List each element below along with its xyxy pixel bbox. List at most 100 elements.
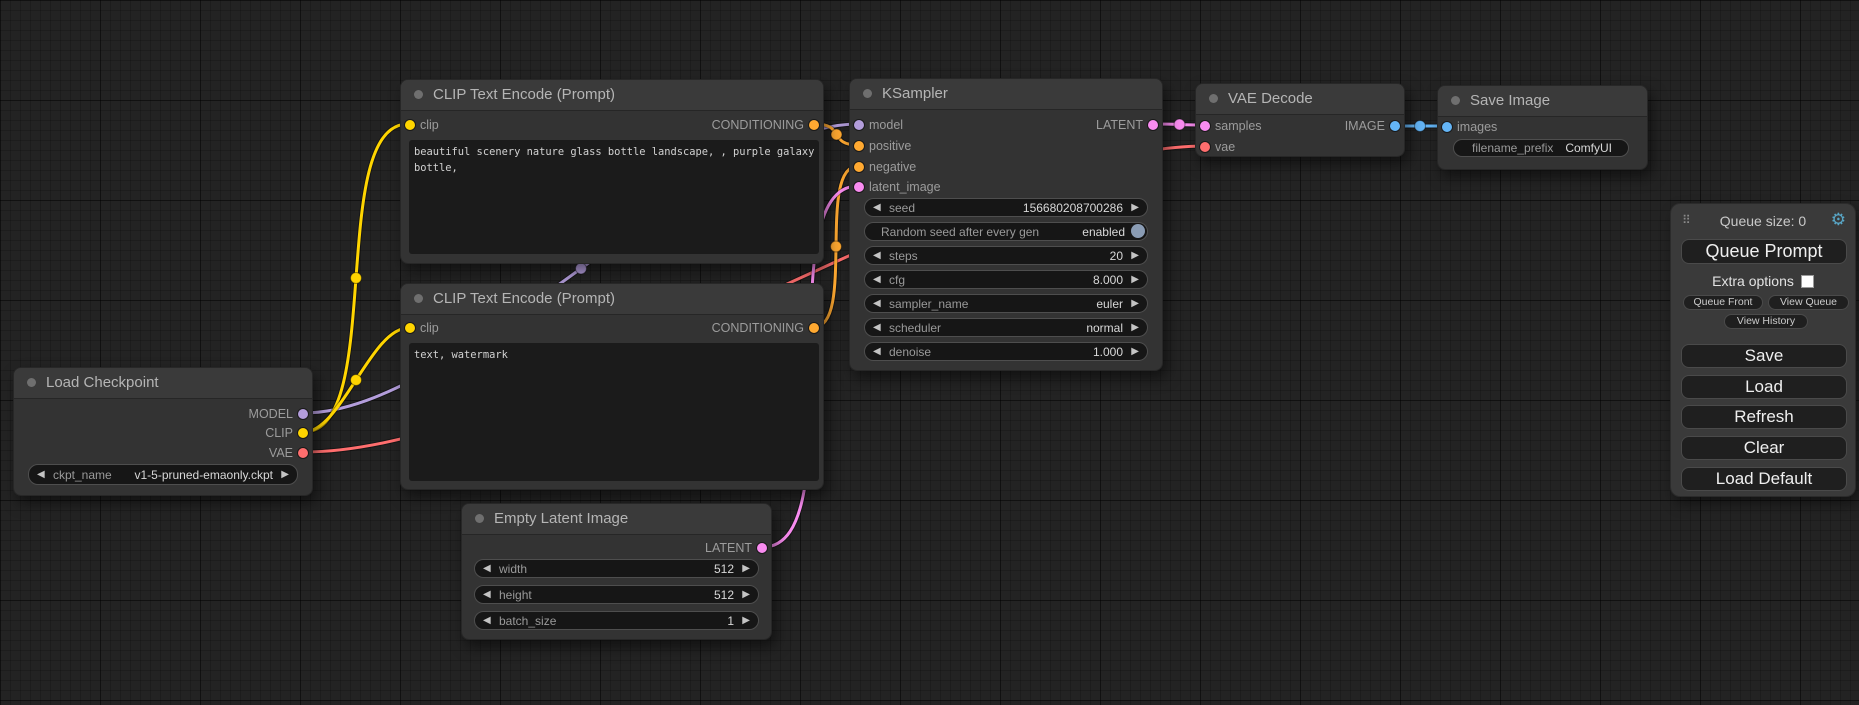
decrement-arrow-icon[interactable]: ◀ [873, 272, 881, 288]
ckpt-name-widget[interactable]: ◀ ckpt_name v1-5-pruned-emaonly.ckpt ▶ [28, 464, 298, 485]
batch-size-widget[interactable]: ◀ batch_size 1 ▶ [474, 611, 759, 630]
positive-input-port[interactable] [854, 141, 864, 151]
node-title-bar[interactable]: VAE Decode [1196, 84, 1404, 115]
node-graph-canvas[interactable]: Load Checkpoint MODEL CLIP VAE ◀ ckpt_na… [0, 0, 1859, 705]
node-title-bar[interactable]: Load Checkpoint [14, 368, 312, 399]
denoise-widget[interactable]: ◀ denoise 1.000 ▶ [864, 342, 1148, 361]
samples-input-port[interactable] [1200, 121, 1210, 131]
toggle-knob-icon[interactable] [1131, 224, 1145, 238]
scheduler-widget[interactable]: ◀ scheduler normal ▶ [864, 318, 1148, 337]
decrement-arrow-icon[interactable]: ◀ [483, 561, 491, 577]
widget-label: denoise [889, 344, 931, 360]
cfg-widget[interactable]: ◀ cfg 8.000 ▶ [864, 270, 1148, 289]
collapse-dot-icon[interactable] [1451, 96, 1460, 105]
decrement-arrow-icon[interactable]: ◀ [873, 248, 881, 264]
collapse-dot-icon[interactable] [414, 90, 423, 99]
increment-arrow-icon[interactable]: ▶ [1131, 200, 1139, 216]
increment-arrow-icon[interactable]: ▶ [1131, 272, 1139, 288]
random-seed-toggle-widget[interactable]: Random seed after every gen enabled [864, 222, 1148, 241]
increment-arrow-icon[interactable]: ▶ [1131, 344, 1139, 360]
decrement-arrow-icon[interactable]: ◀ [483, 587, 491, 603]
increment-arrow-icon[interactable]: ▶ [742, 587, 750, 603]
image-output-port[interactable] [1390, 121, 1400, 131]
widget-value: enabled [1082, 224, 1125, 240]
model-output-port[interactable] [298, 409, 308, 419]
decrement-arrow-icon[interactable]: ◀ [873, 344, 881, 360]
node-title: VAE Decode [1228, 90, 1313, 107]
load-button[interactable]: Load [1681, 375, 1847, 399]
height-widget[interactable]: ◀ height 512 ▶ [474, 585, 759, 604]
filename-prefix-widget[interactable]: filename_prefix ComfyUI [1453, 139, 1629, 157]
node-ksampler[interactable]: KSampler model LATENT positive negative … [849, 78, 1163, 371]
node-title-bar[interactable]: CLIP Text Encode (Prompt) [401, 284, 823, 315]
load-default-button[interactable]: Load Default [1681, 467, 1847, 491]
seed-widget[interactable]: ◀ seed 156680208700286 ▶ [864, 198, 1148, 217]
model-input-port[interactable] [854, 120, 864, 130]
node-title-bar[interactable]: Empty Latent Image [462, 504, 771, 535]
width-widget[interactable]: ◀ width 512 ▶ [474, 559, 759, 578]
port-label: IMAGE [1345, 116, 1385, 136]
increment-arrow-icon[interactable]: ▶ [1131, 248, 1139, 264]
widget-label: scheduler [889, 320, 941, 336]
queue-size-label: Queue size: 0 [1671, 213, 1855, 229]
images-input-port[interactable] [1442, 122, 1452, 132]
decrement-arrow-icon[interactable]: ◀ [483, 613, 491, 629]
view-history-button[interactable]: View History [1724, 314, 1808, 329]
extra-options-checkbox[interactable] [1801, 275, 1814, 288]
increment-arrow-icon[interactable]: ▶ [742, 613, 750, 629]
node-clip-text-encode-positive[interactable]: CLIP Text Encode (Prompt) clip CONDITION… [400, 79, 824, 264]
refresh-button[interactable]: Refresh [1681, 405, 1847, 429]
collapse-dot-icon[interactable] [1209, 94, 1218, 103]
node-load-checkpoint[interactable]: Load Checkpoint MODEL CLIP VAE ◀ ckpt_na… [13, 367, 313, 496]
settings-gear-icon[interactable]: ⚙ [1831, 211, 1846, 228]
queue-prompt-button[interactable]: Queue Prompt [1681, 239, 1847, 264]
widget-label: steps [889, 248, 918, 264]
port-label: vae [1215, 137, 1235, 157]
steps-widget[interactable]: ◀ steps 20 ▶ [864, 246, 1148, 265]
node-vae-decode[interactable]: VAE Decode samples IMAGE vae [1195, 83, 1405, 157]
latent-output-port[interactable] [1148, 120, 1158, 130]
increment-arrow-icon[interactable]: ▶ [281, 467, 289, 483]
latent-image-input-port[interactable] [854, 182, 864, 192]
queue-front-button[interactable]: Queue Front [1683, 295, 1763, 310]
widget-value: 512 [714, 561, 734, 577]
save-button[interactable]: Save [1681, 344, 1847, 368]
negative-prompt-textarea[interactable]: text, watermark [409, 343, 819, 481]
queue-panel: ⠿ Queue size: 0 ⚙ Queue Prompt Extra opt… [1670, 203, 1856, 497]
conditioning-output-port[interactable] [809, 120, 819, 130]
node-empty-latent-image[interactable]: Empty Latent Image LATENT ◀ width 512 ▶ … [461, 503, 772, 640]
widget-value: normal [1086, 320, 1123, 336]
node-title: KSampler [882, 85, 948, 102]
sampler-name-widget[interactable]: ◀ sampler_name euler ▶ [864, 294, 1148, 313]
conditioning-output-port[interactable] [809, 323, 819, 333]
node-title: Empty Latent Image [494, 510, 628, 527]
collapse-dot-icon[interactable] [414, 294, 423, 303]
decrement-arrow-icon[interactable]: ◀ [873, 320, 881, 336]
view-queue-button[interactable]: View Queue [1768, 295, 1849, 310]
increment-arrow-icon[interactable]: ▶ [742, 561, 750, 577]
node-title-bar[interactable]: Save Image [1438, 86, 1647, 117]
node-title-bar[interactable]: CLIP Text Encode (Prompt) [401, 80, 823, 111]
decrement-arrow-icon[interactable]: ◀ [37, 467, 45, 483]
node-clip-text-encode-negative[interactable]: CLIP Text Encode (Prompt) clip CONDITION… [400, 283, 824, 490]
node-title-bar[interactable]: KSampler [850, 79, 1162, 110]
clear-button[interactable]: Clear [1681, 436, 1847, 460]
positive-prompt-textarea[interactable]: beautiful scenery nature glass bottle la… [409, 140, 819, 254]
vae-output-port[interactable] [298, 448, 308, 458]
increment-arrow-icon[interactable]: ▶ [1131, 320, 1139, 336]
collapse-dot-icon[interactable] [475, 514, 484, 523]
latent-output-port[interactable] [757, 543, 767, 553]
widget-value: 1.000 [1093, 344, 1123, 360]
node-save-image[interactable]: Save Image images filename_prefix ComfyU… [1437, 85, 1648, 170]
clip-input-port[interactable] [405, 120, 415, 130]
collapse-dot-icon[interactable] [27, 378, 36, 387]
clip-output-port[interactable] [298, 428, 308, 438]
vae-input-port[interactable] [1200, 142, 1210, 152]
port-label: CLIP [265, 423, 293, 443]
increment-arrow-icon[interactable]: ▶ [1131, 296, 1139, 312]
negative-input-port[interactable] [854, 162, 864, 172]
decrement-arrow-icon[interactable]: ◀ [873, 296, 881, 312]
decrement-arrow-icon[interactable]: ◀ [873, 200, 881, 216]
clip-input-port[interactable] [405, 323, 415, 333]
collapse-dot-icon[interactable] [863, 89, 872, 98]
